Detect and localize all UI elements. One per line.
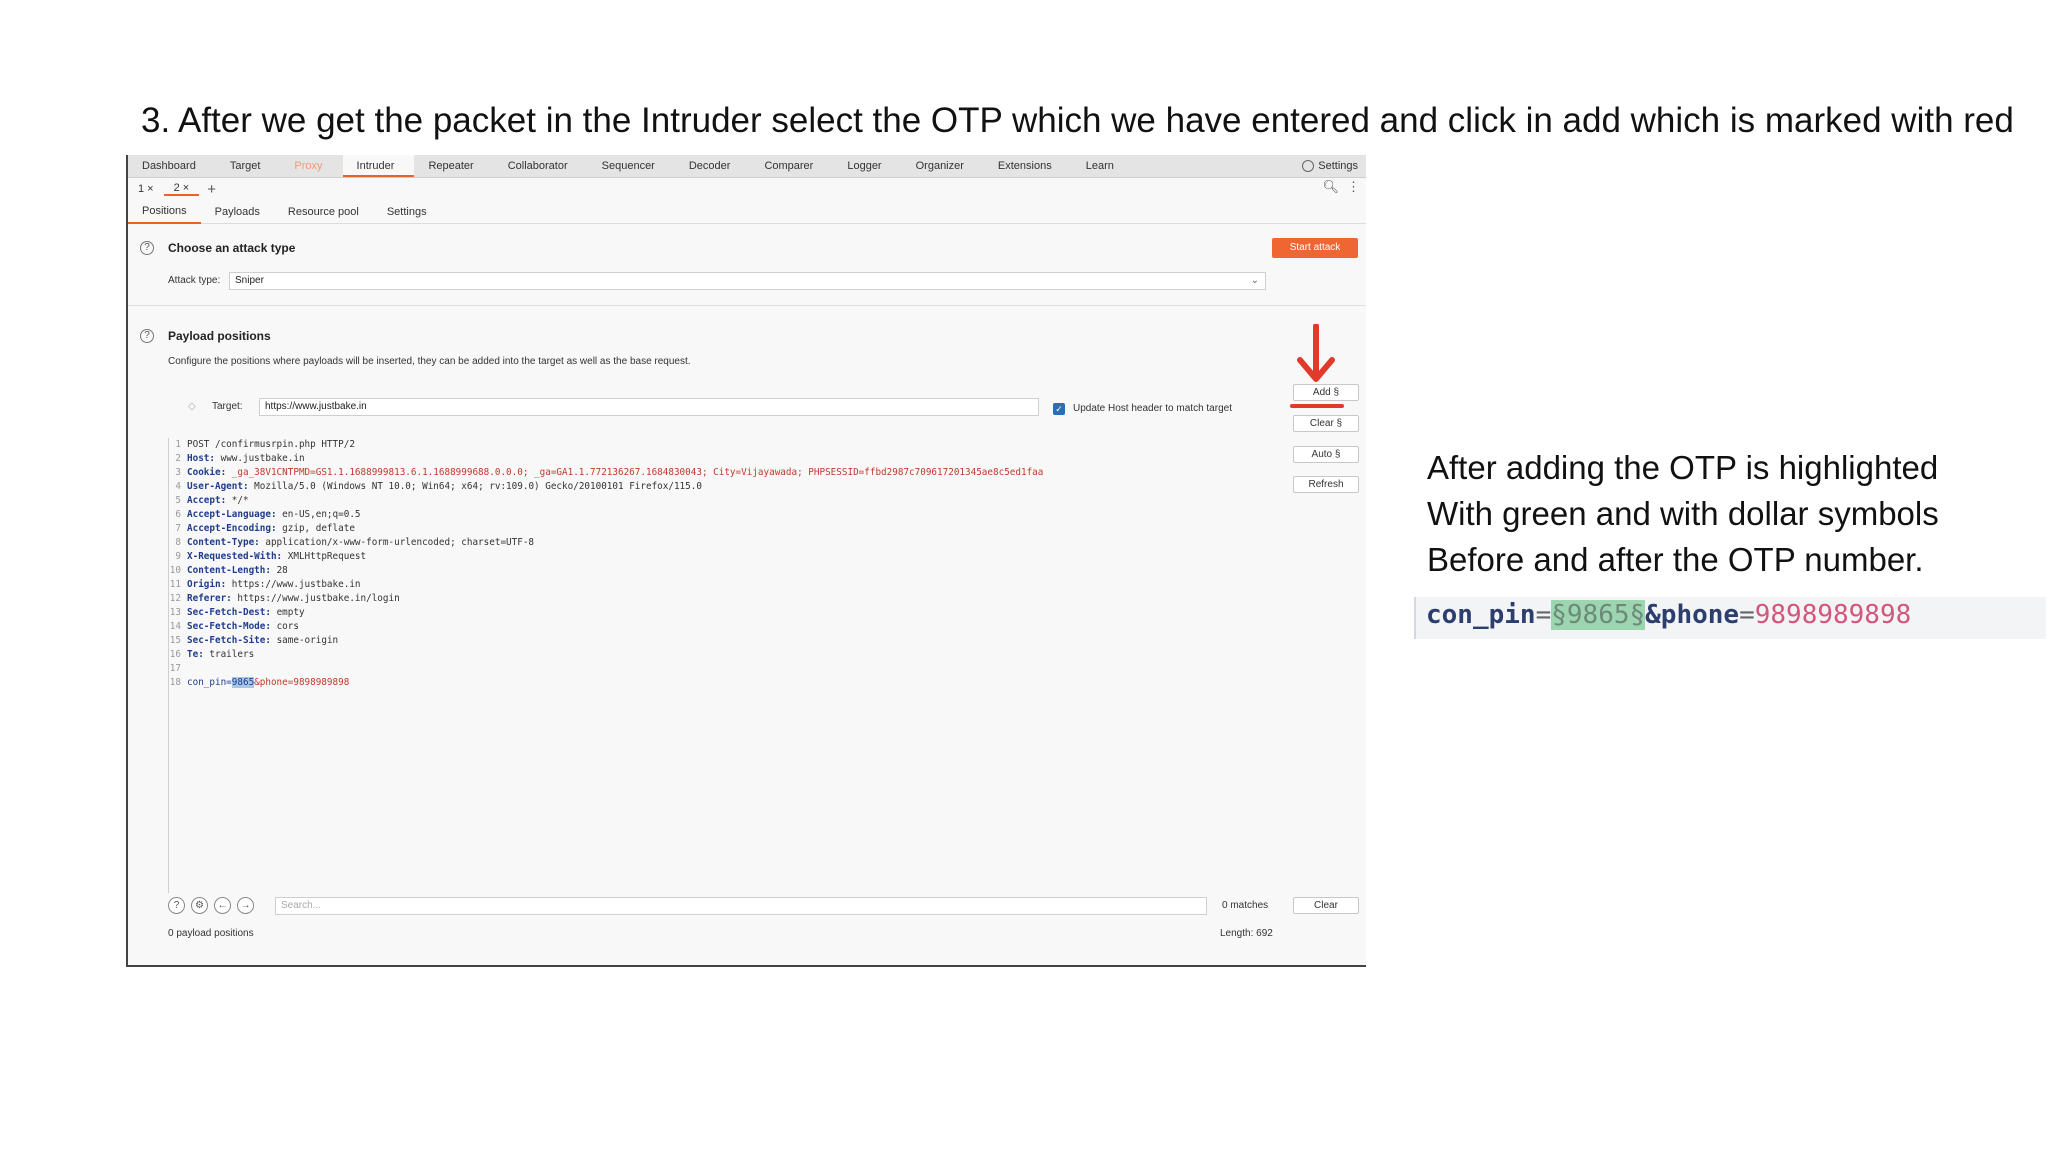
code-line: 10 Content-Length: 28 [169, 565, 288, 576]
note-line-1: After adding the OTP is highlighted [1427, 449, 1939, 486]
tab-tools: 🔍︎ ⋮ [1322, 179, 1360, 195]
settings-label: Settings [1318, 160, 1358, 172]
menu-repeater[interactable]: Repeater [414, 155, 493, 177]
note-line-3: Before and after the OTP number. [1427, 541, 1924, 578]
code-line: 3 Cookie: _ga_38V1CNTPMD=GS1.1.1688999813… [175, 467, 1044, 478]
attack-type-title: Choose an attack type [168, 241, 296, 255]
add-tab-icon[interactable]: + [199, 181, 224, 198]
editor-bottom-tools: ? ⚙ ← → [168, 897, 254, 914]
menu-collaborator[interactable]: Collaborator [494, 155, 588, 177]
code-line: 17 [169, 663, 181, 674]
code-line: 7 Accept-Encoding: gzip, deflate [175, 523, 355, 534]
section-divider [128, 305, 1366, 306]
more-options-icon[interactable]: ⋮ [1347, 179, 1360, 195]
gear-icon[interactable]: ⚙ [191, 897, 208, 914]
target-input[interactable]: https://www.justbake.in [259, 398, 1039, 416]
matches-count: 0 matches [1222, 900, 1269, 911]
menu-extensions[interactable]: Extensions [984, 155, 1072, 177]
code-line: 5 Accept: */* [175, 495, 249, 506]
request-tab-1[interactable]: 1 × [128, 183, 164, 195]
menu-sequencer[interactable]: Sequencer [588, 155, 675, 177]
menu-learn[interactable]: Learn [1072, 155, 1134, 177]
request-tab-2[interactable]: 2 × [163, 182, 200, 196]
start-attack-button[interactable]: Start attack [1272, 238, 1358, 258]
help-icon[interactable]: ? [168, 897, 185, 914]
update-host-label: Update Host header to match target [1073, 403, 1232, 414]
tab-payloads[interactable]: Payloads [201, 201, 274, 223]
request-editor[interactable]: 1 POST /confirmusrpin.php HTTP/2 2 Host: w… [168, 438, 1269, 893]
help-icon[interactable]: ? [140, 329, 154, 343]
code-line: 14 Sec-Fetch-Mode: cors [169, 621, 299, 632]
menu-proxy[interactable]: Proxy [280, 155, 342, 177]
menu-decoder[interactable]: Decoder [675, 155, 751, 177]
tab-resource-pool[interactable]: Resource pool [274, 201, 373, 223]
main-menu-bar: Dashboard Target Proxy Intruder Repeater… [128, 155, 1366, 178]
search-input[interactable]: Search... [275, 897, 1207, 915]
arrow-right-icon[interactable]: → [237, 897, 254, 914]
code-line: 6 Accept-Language: en-US,en;q=0.5 [175, 509, 361, 520]
attack-type-label: Attack type: [168, 275, 221, 286]
otp-snippet-text: con_pin=§9865§&phone=9898989898 [1426, 600, 1912, 630]
code-line: 9 X-Requested-With: XMLHttpRequest [175, 551, 367, 562]
code-line: 2 Host: www.justbake.in [175, 453, 305, 464]
attack-type-select[interactable]: Sniper ⌄ [229, 272, 1266, 290]
add-payload-marker-button[interactable]: Add § [1293, 384, 1359, 401]
intruder-subtabs: Positions Payloads Resource pool Setting… [128, 201, 1366, 224]
menu-intruder[interactable]: Intruder [342, 155, 415, 177]
code-line: 12 Referer: https://www.justbake.in/login [169, 593, 400, 604]
code-line: 13 Sec-Fetch-Dest: empty [169, 607, 305, 618]
menu-logger[interactable]: Logger [833, 155, 901, 177]
refresh-button[interactable]: Refresh [1293, 476, 1359, 493]
payload-positions-title: Payload positions [168, 329, 271, 343]
menu-organizer[interactable]: Organizer [902, 155, 984, 177]
tab-settings[interactable]: Settings [373, 201, 441, 223]
menu-dashboard[interactable]: Dashboard [128, 155, 216, 177]
menu-comparer[interactable]: Comparer [750, 155, 833, 177]
note-line-2: With green and with dollar symbols [1427, 495, 1939, 532]
selected-otp: 9865 [231, 677, 255, 688]
menu-target[interactable]: Target [216, 155, 281, 177]
code-line: 15 Sec-Fetch-Site: same-origin [169, 635, 339, 646]
arrow-left-icon[interactable]: ← [214, 897, 231, 914]
otp-zoom-snippet: con_pin=§9865§&phone=9898989898 [1414, 597, 2046, 639]
code-line: 4 User-Agent: Mozilla/5.0 (Windows NT 10.… [175, 481, 702, 492]
target-diamond-icon: ◇ [188, 401, 196, 412]
update-host-checkbox[interactable]: ✓ [1053, 403, 1065, 415]
clear-payload-markers-button[interactable]: Clear § [1293, 415, 1359, 432]
request-length: Length: 692 [1220, 928, 1273, 939]
settings-button[interactable]: Settings [1302, 155, 1358, 177]
auto-payload-markers-button[interactable]: Auto § [1293, 446, 1359, 463]
code-line: 8 Content-Type: application/x-www-form-ur… [175, 537, 535, 548]
clear-search-button[interactable]: Clear [1293, 897, 1359, 914]
code-line: 1 POST /confirmusrpin.php HTTP/2 [175, 439, 355, 450]
request-tab-row: 1 × 2 × + [128, 179, 1366, 199]
search-icon[interactable]: 🔍︎ [1322, 179, 1339, 195]
otp-marked-payload: §9865§ [1551, 600, 1646, 630]
gear-icon [1302, 160, 1315, 172]
request-body-line: 18 con_pin=9865&phone=9898989898 [169, 677, 350, 688]
instruction-heading: 3. After we get the packet in the Intrud… [141, 101, 2014, 140]
payload-positions-description: Configure the positions where payloads w… [168, 356, 691, 367]
target-label: Target: [212, 401, 243, 412]
burp-suite-screenshot: Dashboard Target Proxy Intruder Repeater… [126, 155, 1366, 967]
code-line: 16 Te: trailers [169, 649, 255, 660]
attack-type-value: Sniper [235, 275, 264, 286]
tab-positions[interactable]: Positions [128, 200, 201, 224]
code-line: 11 Origin: https://www.justbake.in [169, 579, 361, 590]
payload-positions-count: 0 payload positions [168, 928, 254, 939]
chevron-down-icon: ⌄ [1250, 275, 1259, 286]
help-icon[interactable]: ? [140, 241, 154, 255]
